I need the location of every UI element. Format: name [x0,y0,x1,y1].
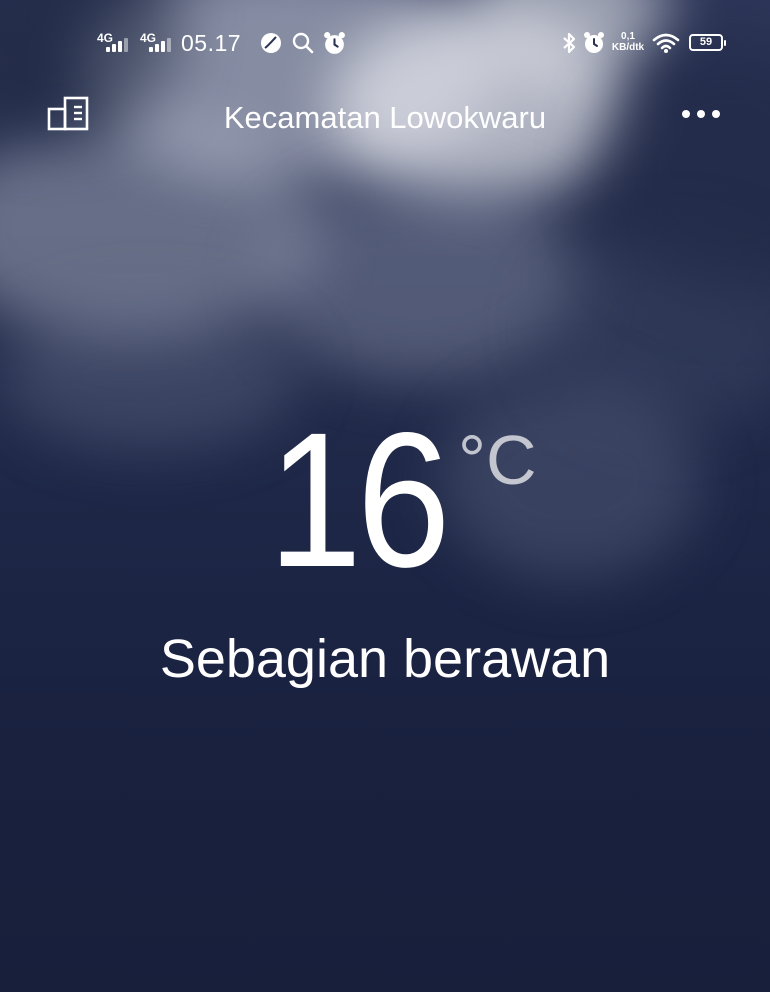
current-temperature: 16 [268,392,451,607]
city-list-button[interactable] [44,92,94,138]
leaf-icon [261,33,281,53]
network-speed: 0,1 KB/dtk [608,31,648,53]
battery-level: 59 [699,36,713,48]
more-icon [682,110,690,118]
more-button[interactable] [676,100,726,130]
bluetooth-icon [563,32,576,54]
location-title[interactable]: Kecamatan Lowokwaru [150,100,620,136]
app-header: Kecamatan Lowokwaru [0,84,770,148]
sim2-network-label: 4G [140,31,157,45]
weather-condition: Sebagian berawan [159,629,611,689]
wifi-icon [652,33,680,53]
sim2-signal-icon: 4G [140,31,176,55]
search-icon [292,32,314,54]
temperature-unit: °C [458,421,537,499]
status-bar: 4G 4G 05.17 0,1 KB/dtk 59 [0,0,770,80]
status-time: 05.17 [181,30,242,56]
alarm-icon [584,32,604,53]
network-speed-value: 0,1 [621,31,635,42]
battery-icon: 59 [689,34,726,51]
sim1-network-label: 4G [97,31,114,45]
city-list-icon [47,96,89,131]
alarm-icon [324,32,345,54]
sim1-signal-icon: 4G [97,31,133,55]
network-speed-unit: KB/dtk [611,42,645,53]
